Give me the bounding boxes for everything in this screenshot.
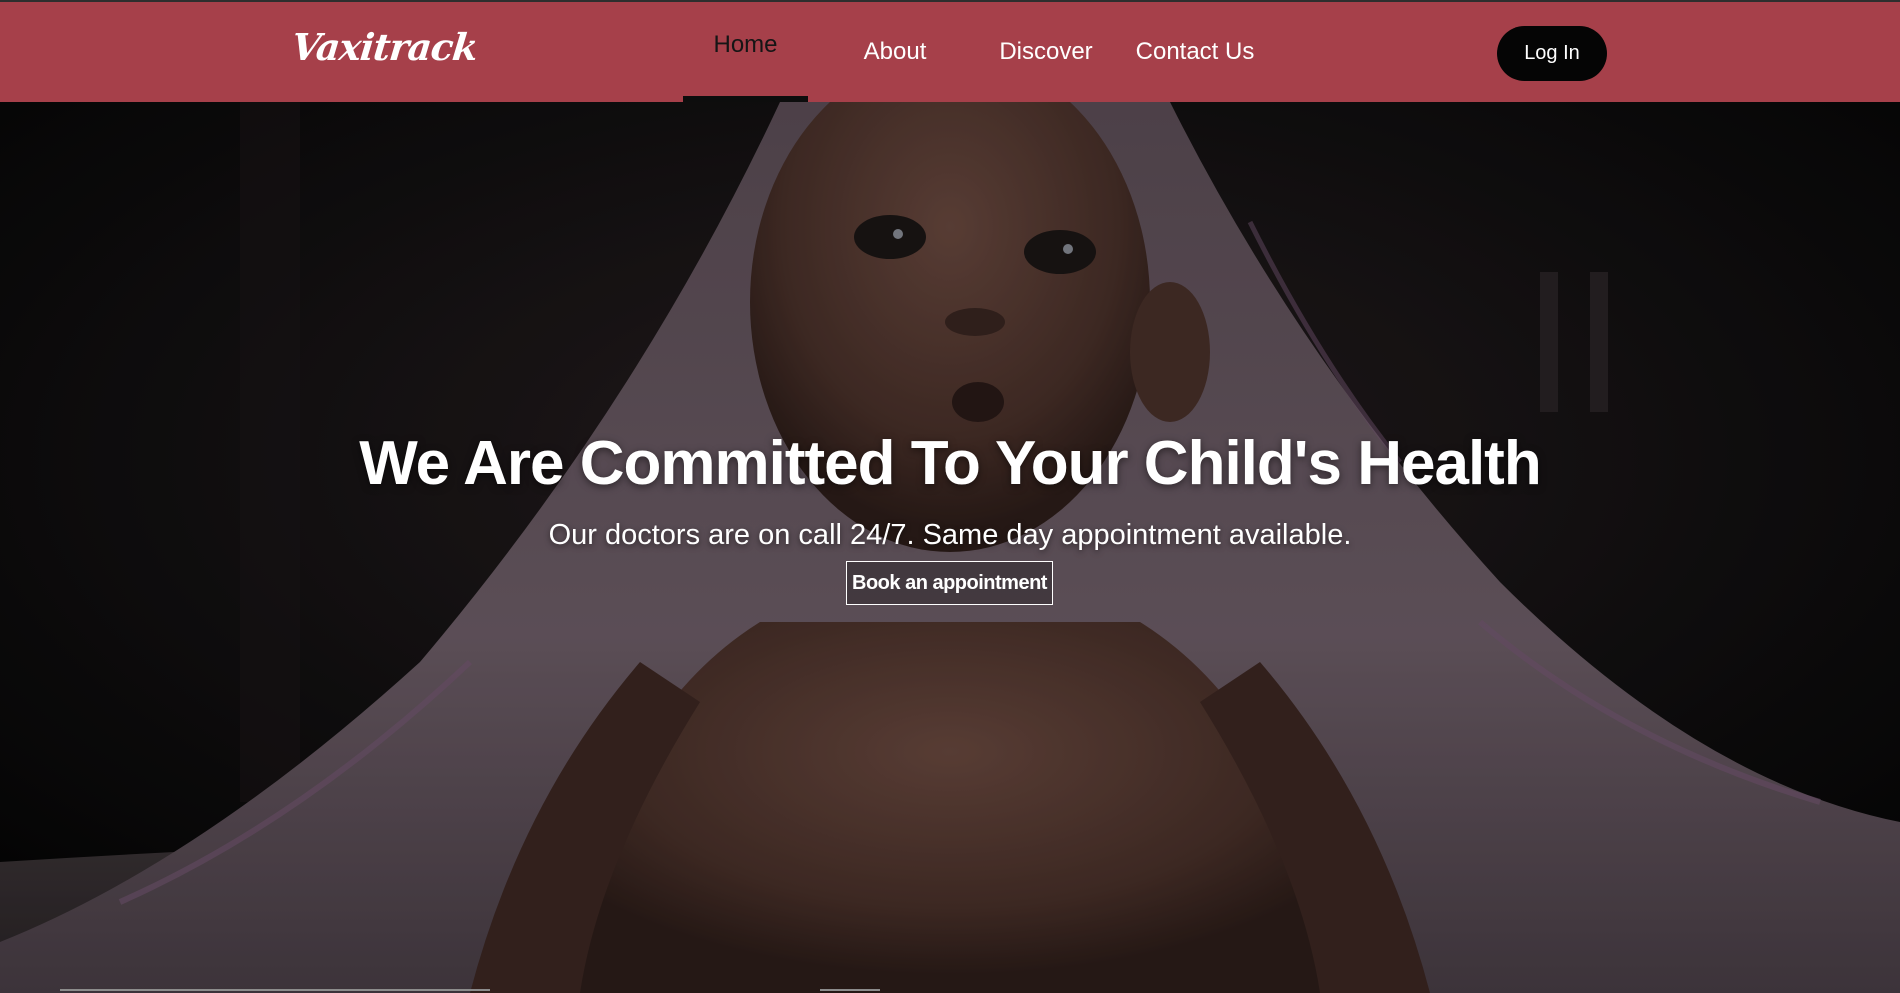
nav-item-contact-label: Contact Us xyxy=(1135,38,1255,65)
hero-section: We Are Committed To Your Child's Health … xyxy=(0,102,1900,993)
login-button[interactable]: Log In xyxy=(1497,26,1607,81)
nav-item-discover-label: Discover xyxy=(999,38,1093,65)
nav-item-discover[interactable]: Discover xyxy=(992,2,1100,102)
nav-item-about-label: About xyxy=(863,38,927,65)
scroll-indicator-center xyxy=(820,989,880,991)
navbar: Vaxitrack Home About Discover Contact Us… xyxy=(0,0,1900,102)
nav-item-about[interactable]: About xyxy=(850,2,940,102)
book-appointment-button[interactable]: Book an appointment xyxy=(846,561,1053,605)
page: Vaxitrack Home About Discover Contact Us… xyxy=(0,0,1900,993)
nav-item-home-label: Home xyxy=(713,31,778,58)
hero-title: We Are Committed To Your Child's Health xyxy=(359,428,1541,498)
hero-subtitle: Our doctors are on call 24/7. Same day a… xyxy=(548,519,1352,551)
nav-item-home[interactable]: Home xyxy=(683,2,808,102)
scroll-indicator-left xyxy=(60,989,490,991)
brand-logo[interactable]: Vaxitrack xyxy=(290,25,480,69)
nav-item-contact[interactable]: Contact Us xyxy=(1130,2,1260,102)
